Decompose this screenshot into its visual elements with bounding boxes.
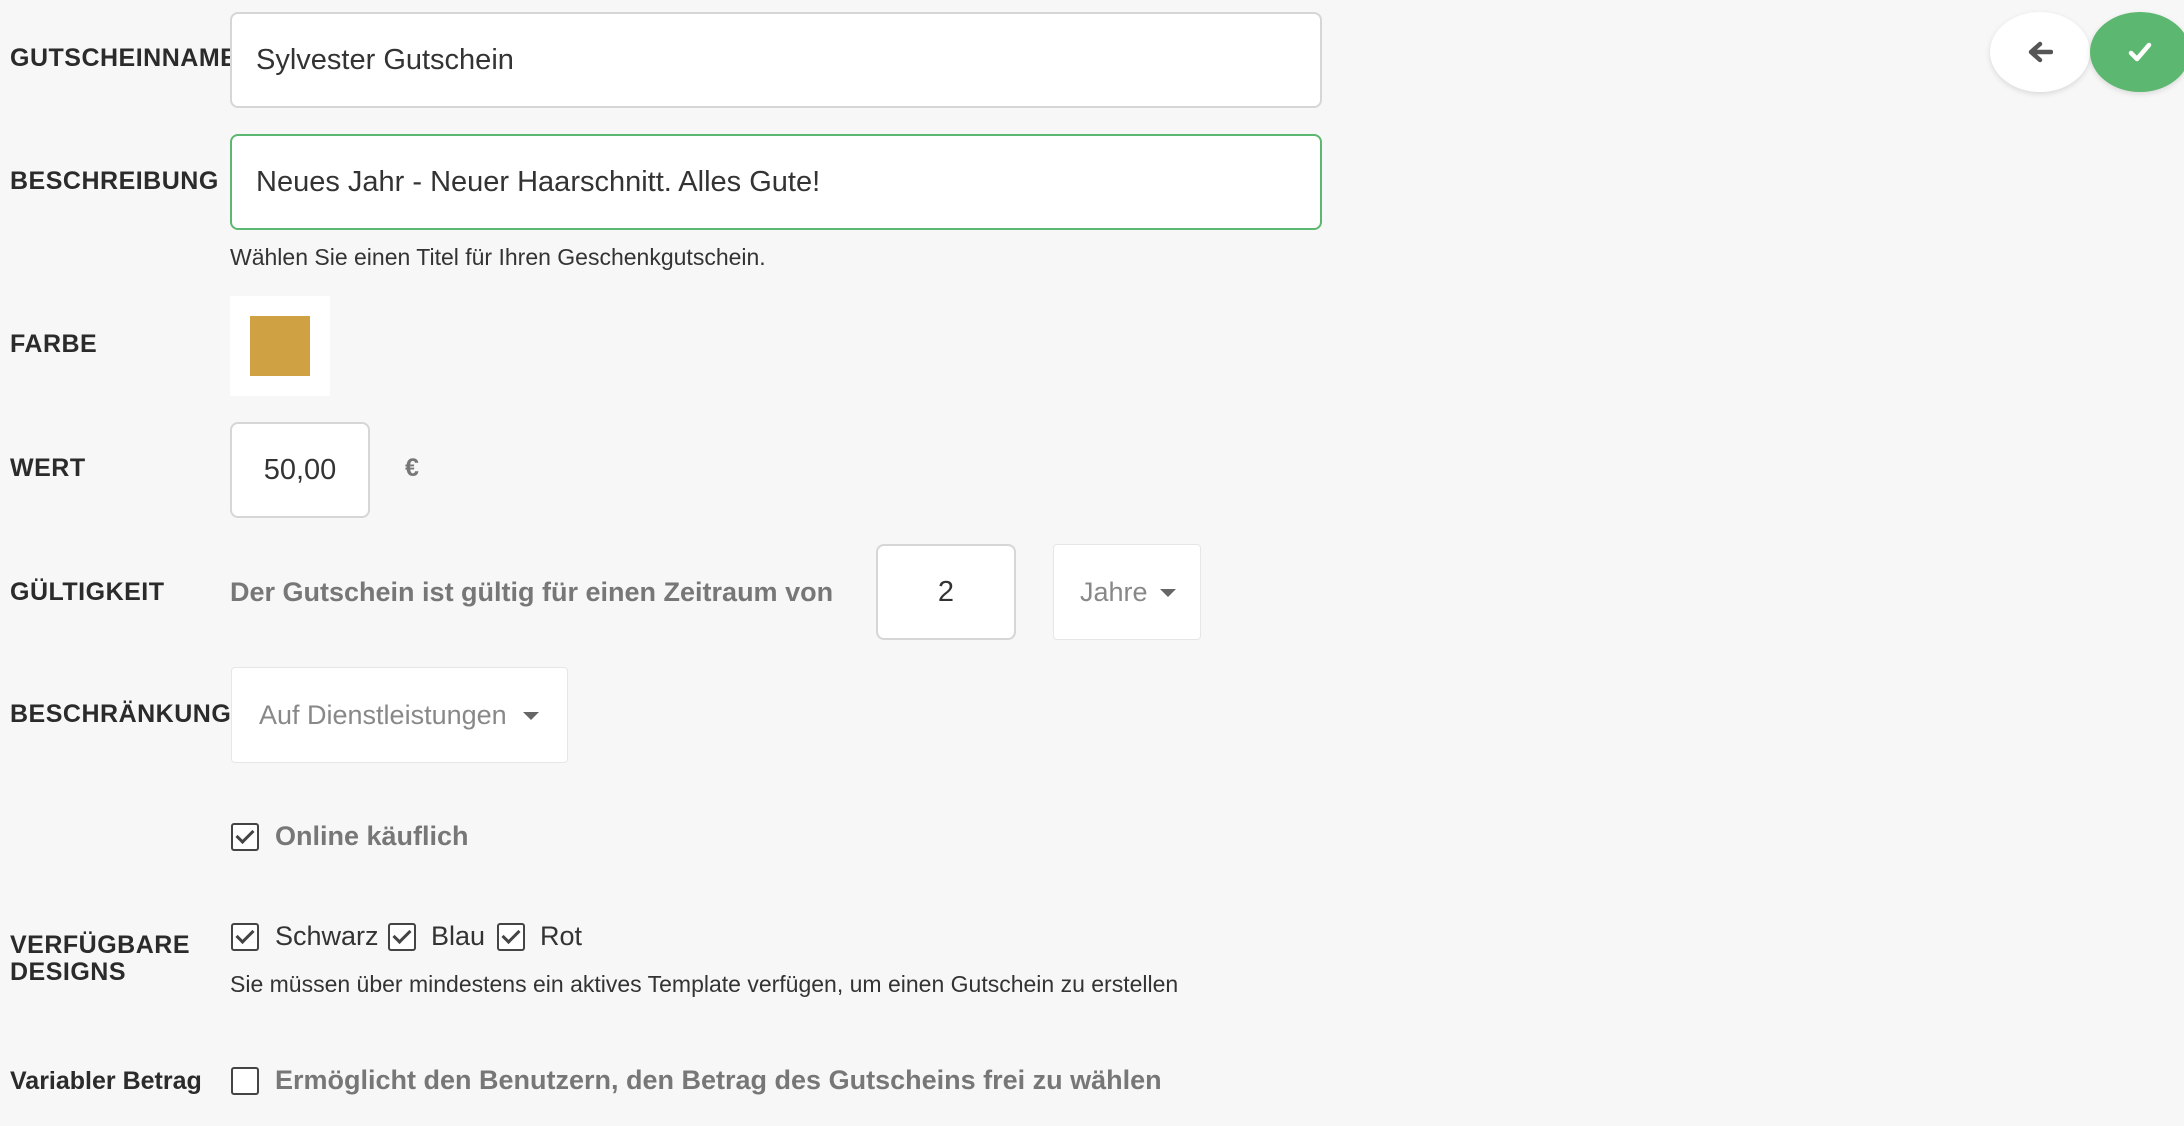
online-checkbox[interactable] <box>231 823 259 851</box>
back-button[interactable] <box>1990 12 2090 92</box>
design-label-blau: Blau <box>431 921 486 951</box>
check-icon <box>2128 42 2152 62</box>
variable-option-label: Ermöglicht den Benutzern, den Betrag des… <box>275 1065 1162 1095</box>
design-checkbox-blau[interactable] <box>388 923 416 951</box>
validity-label: GÜLTIGKEIT <box>10 578 165 606</box>
confirm-button[interactable] <box>2090 12 2184 92</box>
designs-label-line1: VERFÜGBARE <box>10 931 191 959</box>
value-label: WERT <box>10 454 86 482</box>
arrow-left-icon <box>2028 41 2053 63</box>
validity-unit-select[interactable]: Jahre <box>1053 544 1201 640</box>
name-field-box <box>230 12 1322 108</box>
validity-unit-value: Jahre <box>1080 576 1148 607</box>
validity-amount-field[interactable] <box>878 546 1014 638</box>
chevron-down-icon <box>1160 589 1176 597</box>
description-label: BESCHREIBUNG <box>10 167 219 195</box>
currency-label: € <box>405 454 419 482</box>
restriction-select[interactable]: Auf Dienstleistungen <box>231 667 568 763</box>
chevron-down-icon <box>523 712 539 720</box>
description-help: Wählen Sie einen Titel für Ihren Geschen… <box>230 244 766 270</box>
value-field[interactable] <box>232 424 368 516</box>
design-checkbox-rot[interactable] <box>497 923 525 951</box>
restriction-value: Auf Dienstleistungen <box>259 699 507 730</box>
variable-checkbox[interactable] <box>231 1067 259 1095</box>
name-field[interactable] <box>232 14 1320 106</box>
value-field-box <box>230 422 370 518</box>
description-field[interactable] <box>232 136 1320 228</box>
designs-label: VERFÜGBARE DESIGNS <box>10 932 190 986</box>
validity-amount-box <box>876 544 1016 640</box>
design-checkbox-schwarz[interactable] <box>231 923 259 951</box>
designs-label-line2: DESIGNS <box>10 958 127 986</box>
color-picker[interactable] <box>230 296 330 396</box>
variable-label: Variabler Betrag <box>10 1067 202 1095</box>
description-field-box <box>230 134 1322 230</box>
validity-text: Der Gutschein ist gültig für einen Zeitr… <box>230 577 834 607</box>
design-label-schwarz: Schwarz <box>275 921 379 951</box>
name-label: GUTSCHEINNAME <box>10 44 238 72</box>
color-label: FARBE <box>10 330 98 358</box>
designs-help: Sie müssen über mindestens ein aktives T… <box>230 971 1179 997</box>
online-label: Online käuflich <box>275 821 469 851</box>
design-label-rot: Rot <box>540 921 583 951</box>
color-swatch <box>250 316 310 376</box>
restriction-label: BESCHRÄNKUNG <box>10 700 232 728</box>
